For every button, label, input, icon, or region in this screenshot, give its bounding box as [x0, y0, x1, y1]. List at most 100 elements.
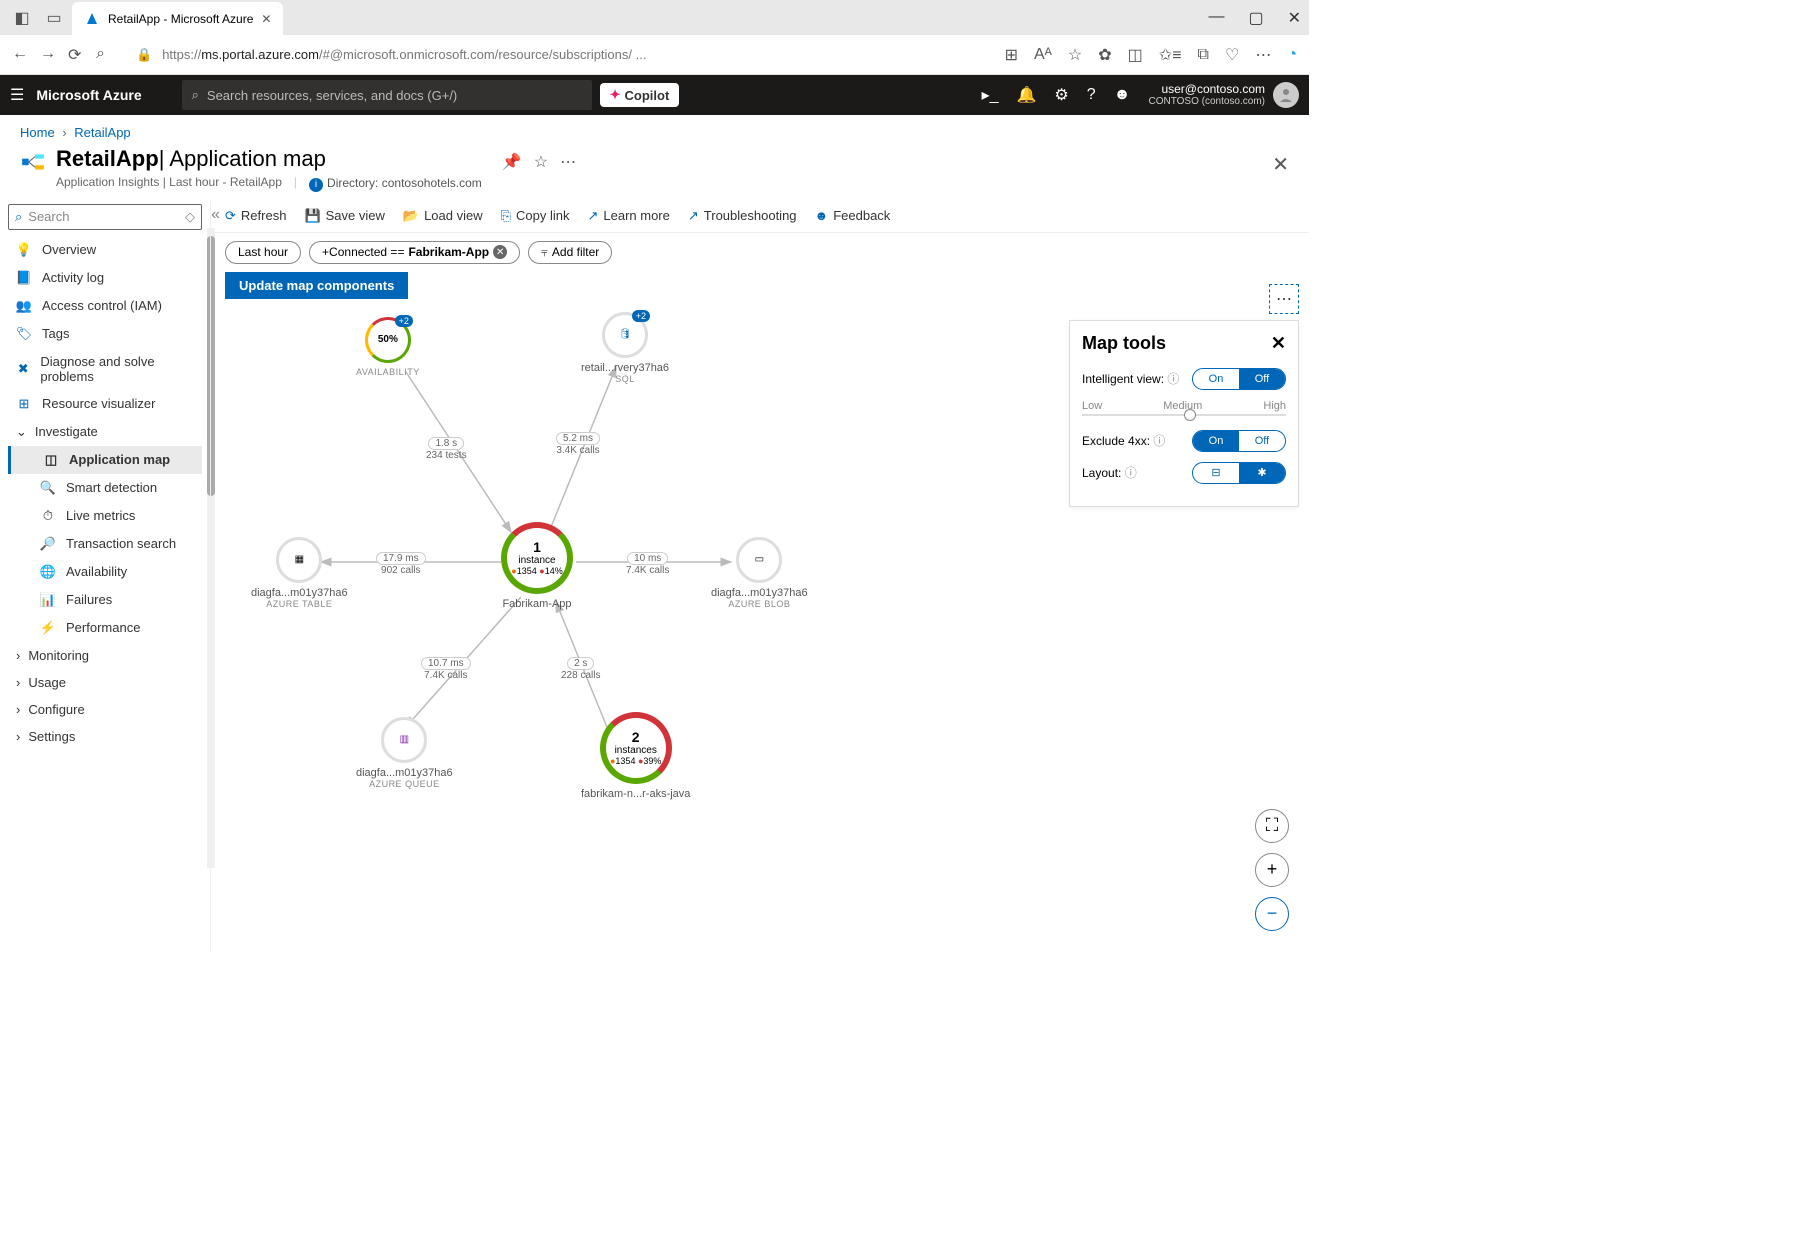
sensitivity-slider[interactable]	[1082, 414, 1286, 416]
node-java[interactable]: 2 instances ●1354 ●39% fabrikam-n...r-ak…	[581, 712, 690, 800]
menu-button[interactable]: ☰	[10, 85, 24, 105]
info-icon[interactable]: ⓘ	[1153, 434, 1165, 448]
forward-button[interactable]: →	[40, 45, 60, 65]
favorite-icon[interactable]: ☆	[1068, 45, 1082, 65]
favorites-bar-icon[interactable]: ✩≡	[1159, 45, 1182, 65]
breadcrumb-home[interactable]: Home	[20, 125, 55, 140]
node-sql[interactable]: 🛢 +2 retail...rvery37ha6 SQL	[581, 312, 669, 384]
tab-actions-icon[interactable]: ▭	[40, 4, 68, 32]
feedback-icon[interactable]: ☻	[1114, 86, 1131, 104]
user-account[interactable]: user@contoso.com CONTOSO (contoso.com)	[1148, 82, 1265, 108]
zoom-in-button[interactable]: +	[1255, 853, 1289, 887]
azure-brand[interactable]: Microsoft Azure	[36, 87, 141, 103]
map-tools-panel: Map tools✕ Intelligent view: ⓘ OnOff Low…	[1069, 320, 1299, 507]
sidebar-item-failures[interactable]: 📊Failures	[8, 586, 202, 614]
person-icon	[1278, 87, 1294, 103]
troubleshooting-button[interactable]: ↗Troubleshooting	[688, 208, 797, 224]
info-icon[interactable]: ⓘ	[1167, 372, 1179, 386]
search-icon: ⌕	[192, 87, 199, 103]
load-view-button[interactable]: 📂Load view	[403, 208, 483, 224]
node-fabrikam[interactable]: 1 instance ●1354 ●14% Fabrikam-App	[501, 522, 573, 610]
breadcrumb-resource[interactable]: RetailApp	[74, 125, 130, 140]
search-button[interactable]: ⌕	[96, 45, 116, 65]
sidebar-group-usage[interactable]: ›Usage	[8, 669, 202, 696]
fit-button[interactable]: ⛶	[1255, 809, 1289, 843]
more-icon[interactable]: ⋯	[1255, 45, 1271, 65]
connected-filter[interactable]: +Connected == Fabrikam-App ✕	[309, 241, 520, 264]
pin-button[interactable]: 📌	[502, 152, 522, 172]
refresh-button[interactable]: ⟳	[68, 45, 88, 65]
avatar[interactable]	[1273, 82, 1299, 108]
copilot-icon[interactable]: ◔	[1287, 46, 1297, 64]
time-range-filter[interactable]: Last hour	[225, 241, 301, 264]
info-icon[interactable]: ⓘ	[1125, 466, 1137, 480]
maximize-button[interactable]: ▢	[1248, 8, 1263, 28]
sidebar-group-monitoring[interactable]: ›Monitoring	[8, 642, 202, 669]
tab-close-button[interactable]: ✕	[261, 12, 271, 26]
read-aloud-icon[interactable]: Aᴬ	[1034, 46, 1052, 64]
apps-icon[interactable]: ⊞	[1005, 45, 1018, 65]
close-window-button[interactable]: ✕	[1288, 8, 1301, 28]
feedback-button[interactable]: ☻Feedback	[815, 208, 891, 224]
browser-tab[interactable]: RetailApp - Microsoft Azure ✕	[72, 2, 283, 35]
sidebar-item-transaction-search[interactable]: 🔎Transaction search	[8, 530, 202, 558]
save-view-button[interactable]: 💾Save view	[304, 208, 384, 224]
back-button[interactable]: ←	[12, 45, 32, 65]
chevron-down-icon: ⌄	[16, 424, 27, 440]
sidebar-item-performance[interactable]: ⚡Performance	[8, 614, 202, 642]
sidebar-item-live-metrics[interactable]: ⏱Live metrics	[8, 502, 202, 530]
node-availability[interactable]: 50% +2 AVAILABILITY	[356, 317, 420, 377]
workspaces-icon[interactable]: ◧	[8, 4, 36, 32]
sidebar-item-overview[interactable]: 💡Overview	[8, 236, 202, 264]
refresh-button[interactable]: ⟳Refresh	[225, 208, 286, 224]
notifications-icon[interactable]: 🔔	[1016, 85, 1036, 105]
person-icon: ☻	[815, 208, 829, 223]
expand-icon: ◇	[185, 209, 195, 225]
sidebar-item-application-map[interactable]: ◫Application map	[8, 446, 202, 474]
sidebar-item-resource-visualizer[interactable]: ⊞Resource visualizer	[8, 390, 202, 418]
zoom-controls: ⛶ + −	[1255, 809, 1289, 931]
sidebar-item-tags[interactable]: 🏷Tags	[8, 320, 202, 348]
intelligent-view-toggle[interactable]: OnOff	[1192, 368, 1286, 390]
command-bar: ⟳Refresh 💾Save view 📂Load view ⎘Copy lin…	[211, 200, 1309, 233]
database-icon: 🛢	[619, 329, 632, 340]
sidebar-item-availability[interactable]: 🌐Availability	[8, 558, 202, 586]
sidebar-group-configure[interactable]: ›Configure	[8, 696, 202, 723]
sidebar-group-investigate[interactable]: ⌄ Investigate	[8, 418, 202, 446]
copilot-button[interactable]: ✦ Copilot	[600, 83, 680, 107]
zoom-out-button[interactable]: −	[1255, 897, 1289, 931]
address-bar[interactable]: 🔒 https://ms.portal.azure.com/#@microsof…	[124, 43, 997, 67]
remove-filter-icon[interactable]: ✕	[493, 245, 507, 259]
help-icon[interactable]: ?	[1087, 86, 1096, 104]
exclude-4xx-toggle[interactable]: OnOff	[1192, 430, 1286, 452]
edge-fab-queue: 10.7 ms7.4K calls	[421, 657, 471, 681]
sidebar-item-access-control-iam-[interactable]: 👥Access control (IAM)	[8, 292, 202, 320]
sidebar-item-activity-log[interactable]: 📘Activity log	[8, 264, 202, 292]
global-search-input[interactable]: ⌕ Search resources, services, and docs (…	[182, 80, 592, 110]
browser-toolbar: ← → ⟳ ⌕ 🔒 https://ms.portal.azure.com/#@…	[0, 35, 1309, 75]
settings-icon[interactable]: ⚙	[1054, 85, 1068, 105]
sidebar-search-input[interactable]: ⌕ Search ◇	[8, 204, 202, 230]
extensions-icon[interactable]: ✿	[1098, 45, 1111, 65]
health-icon[interactable]: ♡	[1225, 45, 1239, 65]
add-filter-button[interactable]: ⫧Add filter	[528, 241, 612, 264]
favorite-button[interactable]: ☆	[534, 152, 548, 172]
node-queue[interactable]: ▥ diagfa...m01y37ha6 AZURE QUEUE	[356, 717, 453, 789]
node-table[interactable]: ▦ diagfa...m01y37ha6 AZURE TABLE	[251, 537, 348, 609]
copy-link-button[interactable]: ⎘Copy link	[501, 208, 570, 224]
minimize-button[interactable]: —	[1208, 8, 1224, 28]
sidebar-item-diagnose-and-solve-problems[interactable]: ✖Diagnose and solve problems	[8, 348, 202, 390]
close-map-tools-button[interactable]: ✕	[1271, 333, 1286, 354]
learn-more-button[interactable]: ↗Learn more	[587, 208, 669, 224]
sidebar-group-settings[interactable]: ›Settings	[8, 723, 202, 750]
close-blade-button[interactable]: ✕	[1272, 152, 1289, 177]
iam-icon: 👥	[16, 298, 32, 314]
collections-icon[interactable]: ⧉	[1198, 46, 1209, 64]
cloud-shell-icon[interactable]: ▸_	[982, 85, 999, 105]
layout-toggle[interactable]: ⊟✱	[1192, 462, 1286, 484]
more-actions-button[interactable]: ⋯	[560, 152, 576, 172]
sidebar-item-smart-detection[interactable]: 🔍Smart detection	[8, 474, 202, 502]
update-map-button[interactable]: Update map components	[225, 272, 408, 299]
node-blob[interactable]: ▭ diagfa...m01y37ha6 AZURE BLOB	[711, 537, 808, 609]
split-icon[interactable]: ◫	[1128, 45, 1143, 65]
